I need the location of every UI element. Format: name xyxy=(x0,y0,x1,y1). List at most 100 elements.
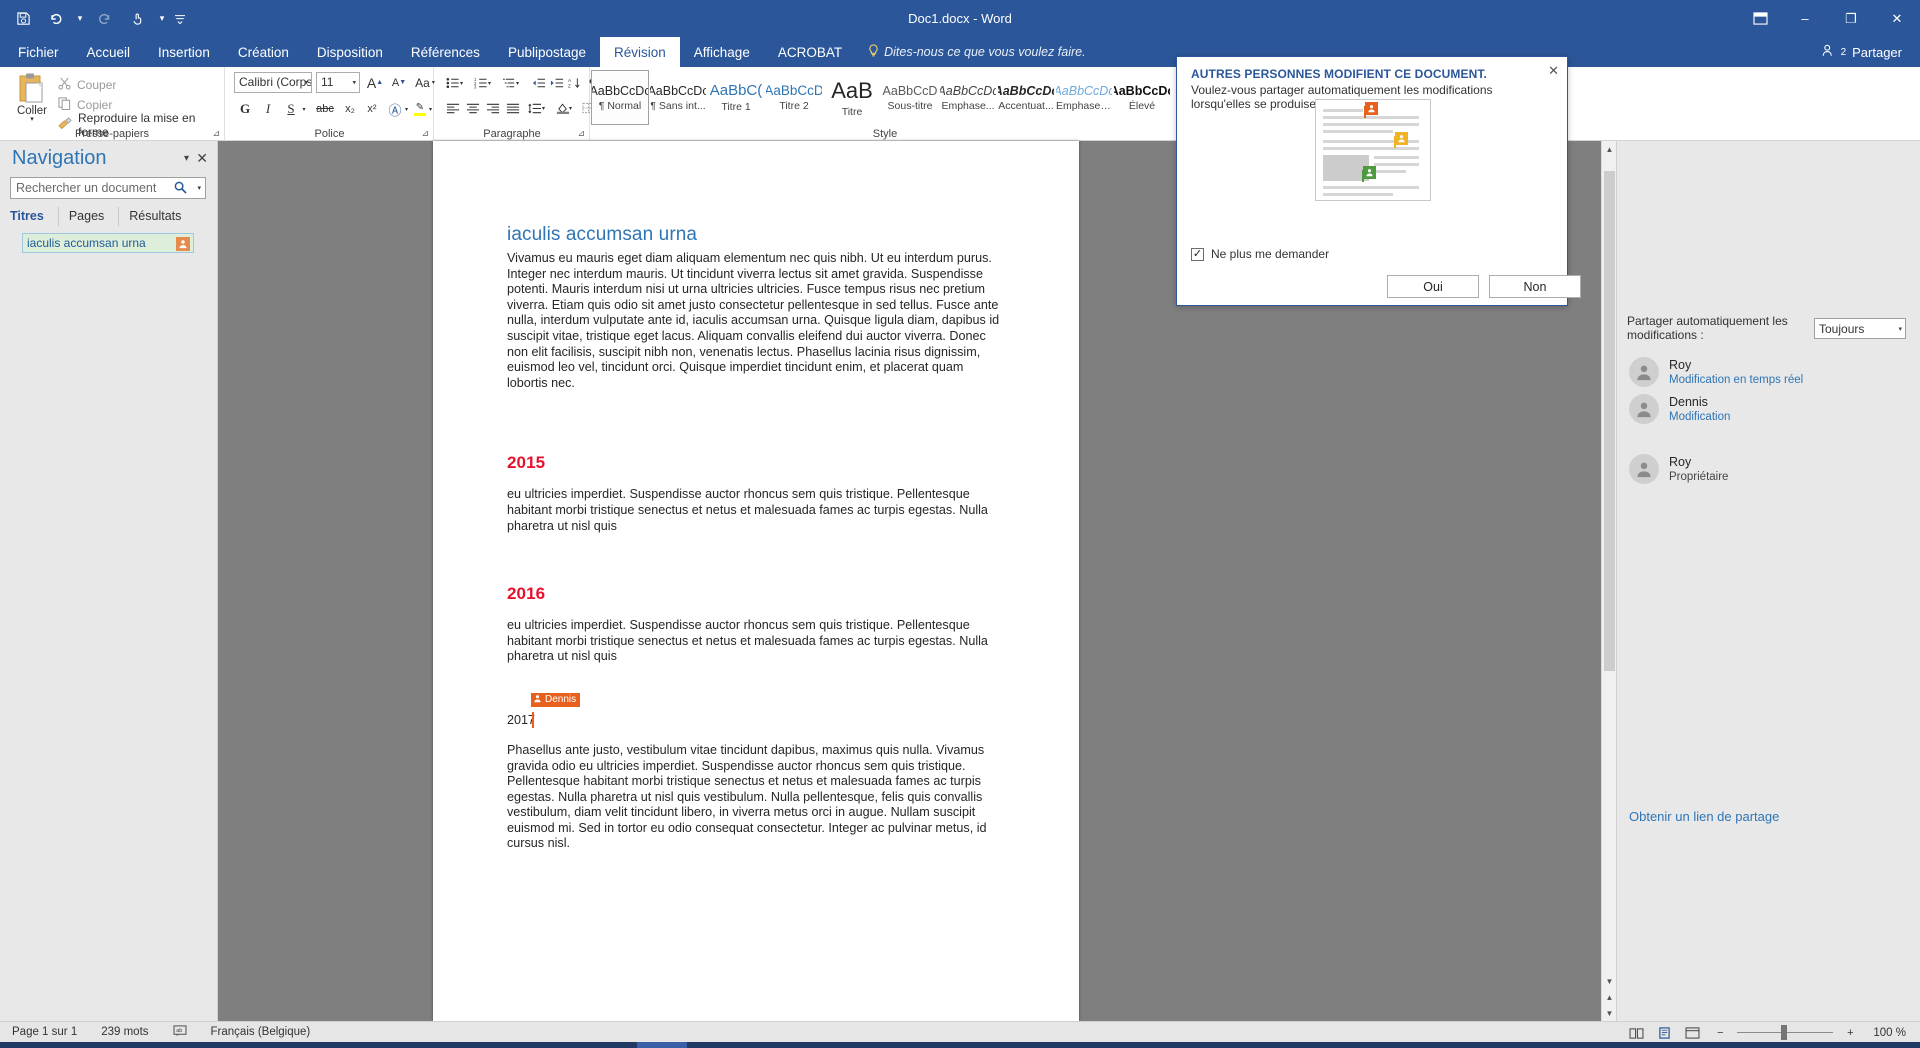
share-person-status[interactable]: Modification en temps réel xyxy=(1669,373,1803,387)
tab-publipostage[interactable]: Publipostage xyxy=(494,37,600,67)
font-size-chevron-down-icon[interactable]: ▾ xyxy=(352,73,356,92)
tab-acrobat[interactable]: ACROBAT xyxy=(764,37,856,67)
style-item[interactable]: AaBbCcDc Emphase i... xyxy=(1055,70,1113,125)
web-layout-icon[interactable] xyxy=(1681,1024,1703,1041)
nav-tab-titres[interactable]: Titres xyxy=(10,207,59,226)
scroll-page-buttons[interactable]: ▲ ▼ xyxy=(1601,989,1616,1021)
zoom-level[interactable]: 100 % xyxy=(1867,1027,1910,1039)
proofing-icon[interactable]: ab xyxy=(161,1024,199,1040)
grow-font-icon[interactable]: A ▲ xyxy=(364,72,386,93)
scroll-down-icon[interactable]: ▼ xyxy=(1602,973,1617,989)
text-effects-dropdown-icon[interactable]: ▾ xyxy=(402,98,411,120)
document-page[interactable]: iaculis accumsan urna Vivamus eu mauris … xyxy=(433,141,1079,1021)
no-button[interactable]: Non xyxy=(1489,275,1581,298)
autoshare-chevron-down-icon[interactable]: ▾ xyxy=(1898,325,1902,333)
scrollbar-thumb[interactable] xyxy=(1604,171,1615,671)
document-content[interactable]: iaculis accumsan urna Vivamus eu mauris … xyxy=(507,224,1003,852)
search-options-chevron-down-icon[interactable]: ▾ xyxy=(197,184,201,192)
tab-fichier[interactable]: Fichier xyxy=(4,37,73,67)
zoom-thumb[interactable] xyxy=(1781,1025,1788,1040)
page-number-status[interactable]: Page 1 sur 1 xyxy=(0,1026,89,1038)
dont-ask-again-checkbox[interactable]: ✓ xyxy=(1191,247,1204,261)
document-year-2017-line[interactable]: 2017 Dennis xyxy=(507,692,1003,728)
style-item[interactable]: AaBbCcDcÉlevé xyxy=(1113,70,1171,125)
share-button[interactable]: 2 Partager xyxy=(1814,37,1910,67)
bullets-dropdown-icon[interactable]: ▾ xyxy=(457,72,466,94)
subscript-icon[interactable]: x₂ xyxy=(340,98,360,120)
tab-revision[interactable]: Révision xyxy=(600,37,680,67)
search-icon[interactable] xyxy=(174,181,187,197)
justify-icon[interactable] xyxy=(501,97,524,119)
navigation-heading-label: iaculis accumsan urna xyxy=(27,236,146,250)
zoom-in-button[interactable]: + xyxy=(1839,1024,1861,1041)
yes-button[interactable]: Oui xyxy=(1387,275,1479,298)
tab-affichage[interactable]: Affichage xyxy=(680,37,764,67)
style-item[interactable]: AaBbCcD Sous-titre xyxy=(881,70,939,125)
multilevel-list-dropdown-icon[interactable]: ▾ xyxy=(513,72,522,94)
language-status[interactable]: Français (Belgique) xyxy=(199,1026,323,1038)
font-dialog-launcher-icon[interactable]: ⊿ xyxy=(421,128,429,139)
paste-button[interactable]: Coller ▾ xyxy=(8,70,56,126)
word-count-status[interactable]: 239 mots xyxy=(89,1026,160,1038)
paragraph-dialog-launcher-icon[interactable]: ⊿ xyxy=(577,128,585,139)
zoom-slider[interactable] xyxy=(1737,1024,1834,1041)
bold-icon[interactable]: G xyxy=(234,98,256,120)
superscript-icon[interactable]: x² xyxy=(362,98,382,120)
font-name-combo[interactable]: Calibri (Corps ▾ xyxy=(234,72,312,93)
paste-dropdown-icon[interactable]: ▾ xyxy=(30,116,34,123)
window-controls: – ❐ ✕ xyxy=(1782,0,1920,37)
ribbon-display-options-icon[interactable] xyxy=(1740,0,1780,37)
clipboard-dialog-launcher-icon[interactable]: ⊿ xyxy=(212,128,220,139)
read-mode-icon[interactable] xyxy=(1625,1024,1647,1041)
underline-dropdown-icon[interactable]: ▾ xyxy=(299,98,309,120)
font-name-chevron-down-icon[interactable]: ▾ xyxy=(304,73,308,92)
minimize-button[interactable]: – xyxy=(1782,0,1828,37)
shrink-font-icon[interactable]: A ▼ xyxy=(388,72,410,93)
text-highlight-dropdown-icon[interactable]: ▾ xyxy=(426,98,435,120)
tab-insertion[interactable]: Insertion xyxy=(144,37,224,67)
zoom-out-button[interactable]: − xyxy=(1709,1024,1731,1041)
taskbar-strip xyxy=(0,1042,1920,1048)
print-layout-icon[interactable] xyxy=(1653,1024,1675,1041)
restore-button[interactable]: ❐ xyxy=(1828,0,1874,37)
share-person-status[interactable]: Modification xyxy=(1669,410,1730,424)
share-person-row[interactable]: Roy Propriétaire xyxy=(1629,449,1909,489)
next-page-icon[interactable]: ▼ xyxy=(1602,1005,1617,1021)
search-input[interactable]: Rechercher un document xyxy=(16,178,156,198)
style-item[interactable]: AaB Titre xyxy=(823,70,881,125)
style-item[interactable]: AaBbCcDc ¶ Sans int... xyxy=(649,70,707,125)
numbering-dropdown-icon[interactable]: ▾ xyxy=(485,72,494,94)
strikethrough-icon[interactable]: abc xyxy=(312,98,338,120)
share-person-row[interactable]: Dennis Modification xyxy=(1629,389,1909,429)
nav-tab-pages[interactable]: Pages xyxy=(69,207,120,226)
get-share-link-button[interactable]: Obtenir un lien de partage xyxy=(1629,809,1779,824)
share-person-row[interactable]: Roy Modification en temps réel xyxy=(1629,352,1909,392)
italic-icon[interactable]: I xyxy=(257,98,279,120)
tab-references[interactable]: Références xyxy=(397,37,494,67)
style-item[interactable]: AaBbCcDc ¶ Normal xyxy=(591,70,649,125)
style-item[interactable]: AaBbC(Titre 1 xyxy=(707,70,765,125)
close-icon[interactable]: ✕ xyxy=(1548,63,1559,79)
vertical-scrollbar[interactable]: ▲ ▼ xyxy=(1601,141,1616,989)
font-size-combo[interactable]: 11 ▾ xyxy=(316,72,360,93)
close-icon[interactable]: ✕ xyxy=(196,150,208,167)
style-item[interactable]: AaBbCcDc Emphase... xyxy=(939,70,997,125)
close-button[interactable]: ✕ xyxy=(1874,0,1920,37)
previous-page-icon[interactable]: ▲ xyxy=(1602,989,1617,1005)
nav-tab-resultats[interactable]: Résultats xyxy=(129,207,195,226)
style-item[interactable]: AaBbCcD Titre 2 xyxy=(765,70,823,125)
tab-accueil[interactable]: Accueil xyxy=(73,37,145,67)
chevron-down-icon[interactable]: ▾ xyxy=(184,153,189,164)
tab-creation[interactable]: Création xyxy=(224,37,303,67)
navigation-heading-item[interactable]: iaculis accumsan urna xyxy=(22,233,194,253)
taskbar-active-item[interactable] xyxy=(637,1042,687,1048)
autoshare-select[interactable]: Toujours ▾ xyxy=(1814,318,1906,339)
tab-disposition[interactable]: Disposition xyxy=(303,37,397,67)
tell-me-box[interactable]: Dites-nous ce que vous voulez faire. xyxy=(856,37,1098,67)
navigation-search-box[interactable]: Rechercher un document ▾ xyxy=(10,177,206,199)
shading-dropdown-icon[interactable]: ▾ xyxy=(566,97,575,119)
line-spacing-dropdown-icon[interactable]: ▾ xyxy=(539,97,548,119)
dont-ask-again-row[interactable]: ✓ Ne plus me demander xyxy=(1191,247,1329,261)
style-item[interactable]: AaBbCcDcAccentuat... xyxy=(997,70,1055,125)
scroll-up-icon[interactable]: ▲ xyxy=(1602,141,1617,157)
